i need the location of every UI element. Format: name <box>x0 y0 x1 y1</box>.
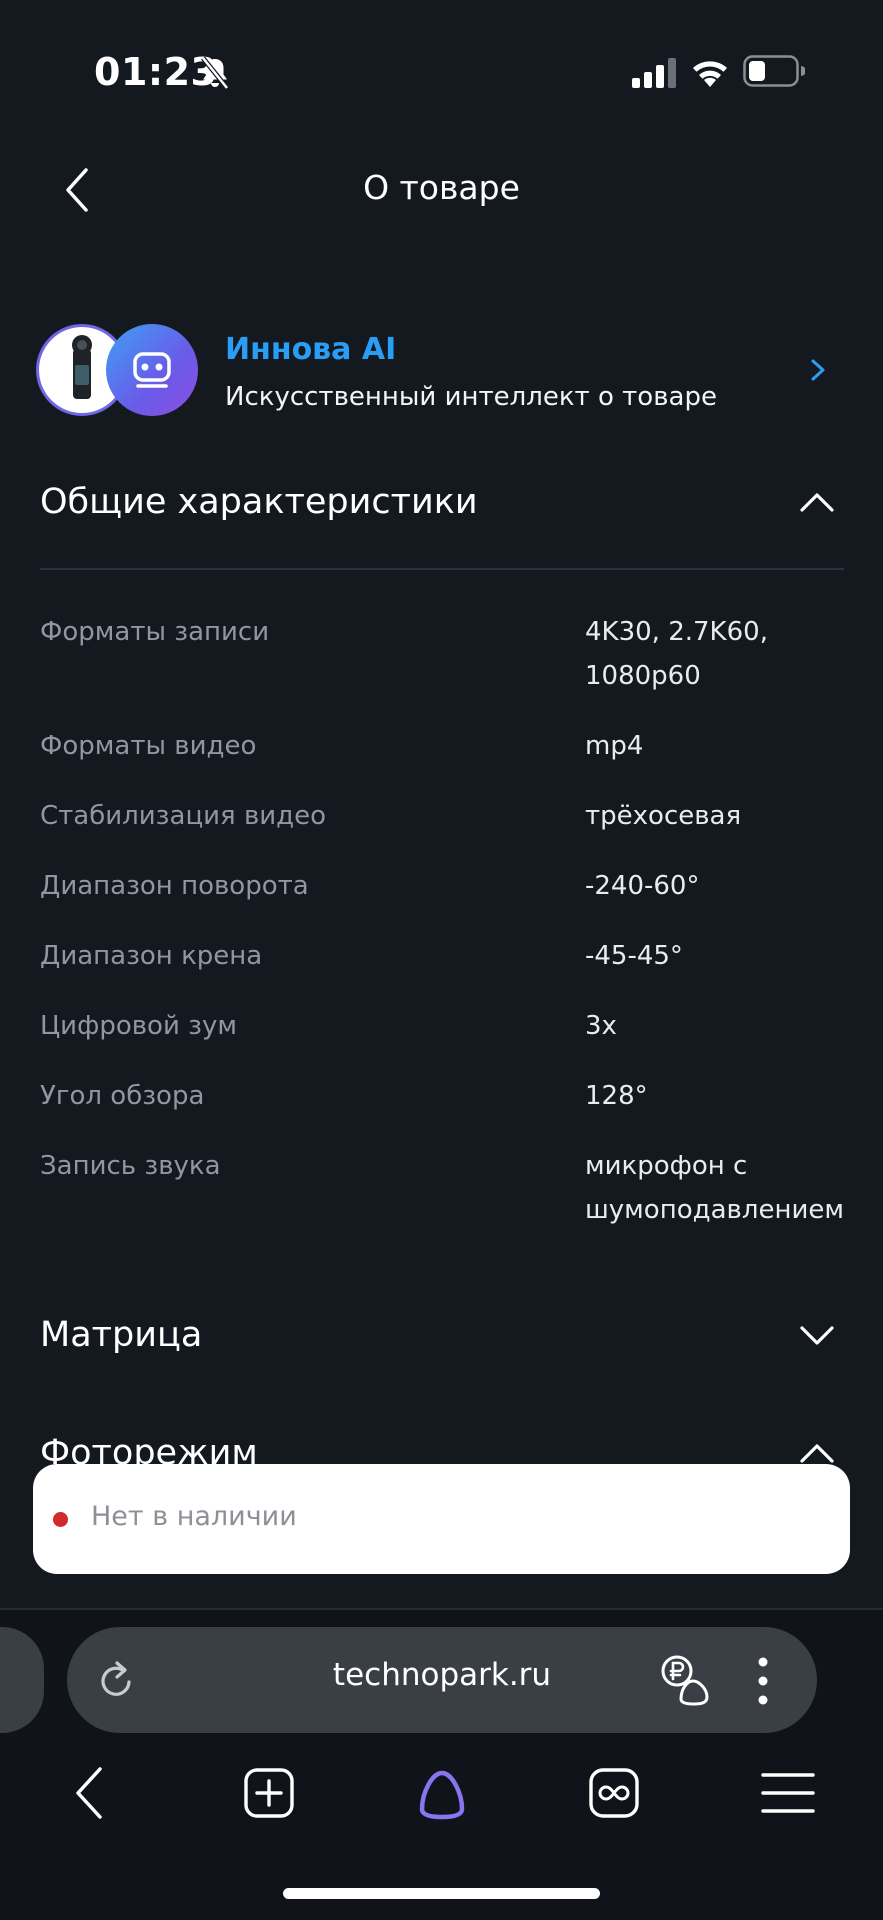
spec-row: Стабилизация видео трёхосевая <box>40 794 845 864</box>
section-matrix-header[interactable]: Матрица <box>40 1305 845 1375</box>
spec-label: Запись звука <box>40 1151 221 1181</box>
spec-value: -240-60° <box>585 871 700 901</box>
spec-value: 128° <box>585 1081 648 1111</box>
page-title: О товаре <box>363 168 520 207</box>
spec-row: Диапазон крена -45-45° <box>40 934 845 1004</box>
status-bar: 01:23 <box>0 0 883 140</box>
section-matrix-title: Матрица <box>40 1315 203 1355</box>
spec-label: Диапазон поворота <box>40 871 309 901</box>
spec-label: Диапазон крена <box>40 941 263 971</box>
spec-row: Форматы записи 4K30, 2.7K60, 1080p60 <box>40 610 845 724</box>
ruble-pay-icon[interactable] <box>659 1653 715 1707</box>
section-general-title: Общие характеристики <box>40 482 478 522</box>
ai-banner-title: Иннова AI <box>225 332 397 367</box>
spec-row: Форматы видео mp4 <box>40 724 845 794</box>
spec-label: Цифровой зум <box>40 1011 237 1041</box>
chevron-down-icon <box>800 1326 834 1345</box>
ai-banner-subtitle: Искусственный интеллект о товаре <box>225 382 717 412</box>
home-indicator <box>283 1888 600 1899</box>
browser-bottom-nav <box>0 1745 883 1835</box>
new-tab-icon[interactable] <box>241 1765 297 1821</box>
spec-label: Форматы видео <box>40 731 257 761</box>
status-dot <box>53 1512 68 1527</box>
availability-toast[interactable]: Нет в наличии <box>33 1464 850 1574</box>
innova-ai-banner[interactable]: Иннова AI Искусственный интеллект о това… <box>36 322 846 418</box>
wifi-icon <box>693 61 727 87</box>
spec-row: Диапазон поворота -240-60° <box>40 864 845 934</box>
spec-label: Стабилизация видео <box>40 801 327 831</box>
spec-value: 4K30, 2.7K60, 1080p60 <box>585 617 768 691</box>
spec-row: Запись звука микрофон с шумоподавлением <box>40 1144 845 1258</box>
cellular-signal-icon <box>632 58 676 88</box>
address-bar[interactable]: technopark.ru <box>67 1627 817 1733</box>
spec-label: Угол обзора <box>40 1081 205 1111</box>
chevron-up-icon <box>800 1444 834 1463</box>
chevron-up-icon <box>800 493 834 512</box>
spec-value: -45-45° <box>585 941 683 971</box>
robot-icon <box>133 352 171 388</box>
availability-text: Нет в наличии <box>91 1501 297 1532</box>
menu-hamburger-icon[interactable] <box>760 1765 816 1821</box>
more-vertical-icon[interactable] <box>757 1656 769 1706</box>
spec-value: трёхосевая <box>585 801 742 831</box>
spec-value: микрофон с шумоподавлением <box>585 1151 844 1225</box>
specs-list: Форматы записи 4K30, 2.7K60, 1080p60 Фор… <box>40 610 845 1258</box>
spec-row: Цифровой зум 3x <box>40 1004 845 1074</box>
battery-icon <box>743 55 805 87</box>
alice-assistant-icon[interactable] <box>414 1765 470 1821</box>
spec-value: 3x <box>585 1011 617 1041</box>
spec-value: mp4 <box>585 731 644 761</box>
previous-tab-peek[interactable] <box>0 1627 44 1733</box>
back-arrow-icon[interactable] <box>64 1765 120 1821</box>
section-general-header[interactable]: Общие характеристики <box>40 472 845 542</box>
bell-off-icon <box>201 56 229 90</box>
spec-row: Угол обзора 128° <box>40 1074 845 1144</box>
chevron-right-icon <box>811 359 825 381</box>
tabs-infinity-icon[interactable] <box>586 1765 642 1821</box>
spec-label: Форматы записи <box>40 617 270 647</box>
ai-bot-avatar <box>106 324 198 416</box>
section-divider <box>40 568 844 570</box>
nav-header: О товаре <box>0 140 883 240</box>
